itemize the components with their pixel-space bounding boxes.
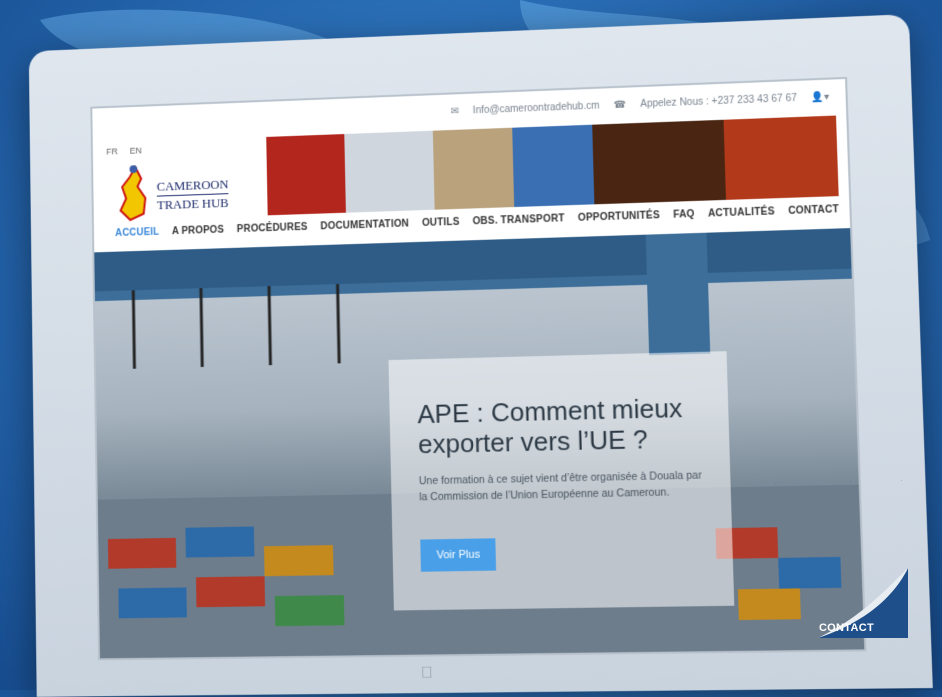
sacks-truck-image bbox=[432, 127, 515, 210]
cocoa-beans-image bbox=[723, 115, 839, 200]
logo-line2: TRADE HUB bbox=[156, 193, 230, 215]
hero-title: APE : Comment mieux exporter vers l’UE ? bbox=[417, 392, 683, 460]
phone-icon: ☎ bbox=[613, 99, 627, 111]
language-switcher: FR EN bbox=[106, 145, 151, 157]
email-icon: ✉ bbox=[450, 106, 460, 118]
nav-procedures[interactable]: PROCÉDURES bbox=[237, 222, 308, 235]
nav-contact[interactable]: CONTACT bbox=[788, 204, 839, 217]
nav-outils[interactable]: OUTILS bbox=[422, 217, 460, 229]
lang-fr[interactable]: FR bbox=[106, 146, 118, 156]
nav-faq[interactable]: FAQ bbox=[673, 209, 695, 221]
apple-logo-icon:  bbox=[421, 665, 433, 683]
container-truck-image bbox=[266, 134, 346, 216]
nav-obs-transport[interactable]: OBS. TRANSPORT bbox=[472, 213, 564, 227]
logo-line1: CAMEROON bbox=[156, 176, 229, 194]
cameroon-map-icon bbox=[116, 165, 151, 223]
nav-documentation[interactable]: DOCUMENTATION bbox=[320, 218, 409, 232]
user-icon[interactable]: 👤▾ bbox=[811, 92, 829, 104]
voir-plus-button[interactable]: Voir Plus bbox=[420, 538, 497, 572]
top-contact-bar: ✉ Info@cameroontradehub.cm ☎ Appelez Nou… bbox=[451, 92, 830, 118]
nav-accueil[interactable]: ACCUEIL bbox=[115, 227, 159, 239]
monitor-frame: ✉ Info@cameroontradehub.cm ☎ Appelez Nou… bbox=[28, 14, 933, 697]
corner-contact-label[interactable]: CONTACT bbox=[819, 622, 874, 634]
cargo-ship-image bbox=[512, 124, 595, 208]
phone-text: Appelez Nous : +237 233 43 67 67 bbox=[640, 92, 798, 110]
nav-opportunites[interactable]: OPPORTUNITÉS bbox=[578, 210, 660, 224]
header-banner-image bbox=[266, 115, 839, 216]
hero-text: Une formation à ce sujet vient d’être or… bbox=[418, 469, 702, 504]
hero-caption-panel: APE : Comment mieux exporter vers l’UE ?… bbox=[388, 351, 735, 611]
nav-a-propos[interactable]: A PROPOS bbox=[172, 225, 224, 237]
crane-structure-image bbox=[94, 228, 852, 370]
email-link[interactable]: Info@cameroontradehub.cm bbox=[473, 101, 600, 117]
lang-en[interactable]: EN bbox=[130, 146, 142, 156]
website-screen: ✉ Info@cameroontradehub.cm ☎ Appelez Nou… bbox=[90, 76, 867, 661]
airplane-image bbox=[344, 130, 435, 213]
site-logo[interactable]: CAMEROON TRADE HUB bbox=[116, 162, 233, 225]
hero-slider: APE : Comment mieux exporter vers l’UE ?… bbox=[94, 228, 865, 659]
coffee-beans-image bbox=[592, 119, 726, 205]
nav-actualites[interactable]: ACTUALITÉS bbox=[708, 206, 775, 219]
